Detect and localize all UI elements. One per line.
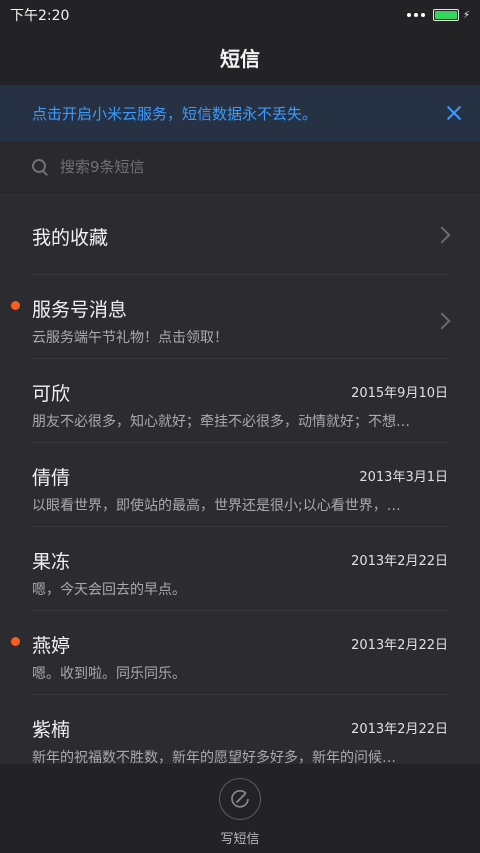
search-bar[interactable] (0, 141, 480, 193)
conversation-row[interactable]: 燕婷 2013年2月22日 嗯。收到啦。同乐同乐。 (0, 611, 480, 695)
contact-name: 可欣 (32, 383, 71, 405)
message-preview: 嗯。收到啦。同乐同乐。 (32, 666, 186, 682)
close-icon[interactable] (444, 103, 464, 123)
conversation-row[interactable]: 倩倩 2013年3月1日 以眼看世界，即使站的最高，世界还是很小;以心看世界，… (0, 443, 480, 527)
message-date: 2015年9月10日 (351, 386, 448, 401)
service-messages-item[interactable]: 服务号消息 云服务端午节礼物！点击领取！ (0, 275, 480, 359)
service-preview: 云服务端午节礼物！点击领取！ (32, 330, 228, 346)
message-date: 2013年3月1日 (359, 470, 448, 485)
contact-name: 倩倩 (32, 467, 71, 489)
bottom-bar: 写短信 (0, 764, 480, 853)
contact-name: 果冻 (32, 551, 71, 573)
service-name: 服务号消息 (32, 299, 128, 321)
signal-dots-icon (406, 13, 425, 17)
compose-label: 写短信 (220, 832, 260, 847)
compose-icon (231, 790, 249, 808)
compose-button[interactable] (219, 778, 261, 820)
conversation-row[interactable]: 果冻 2013年2月22日 嗯，今天会回去的早点。 (0, 527, 480, 611)
message-preview: 朋友不必很多，知心就好；牵挂不必很多，动情就好；不想… (32, 414, 410, 430)
search-icon (32, 158, 48, 176)
unread-dot-icon (11, 301, 20, 310)
message-date: 2013年2月22日 (351, 554, 448, 569)
conversation-row[interactable]: 可欣 2015年9月10日 朋友不必很多，知心就好；牵挂不必很多，动情就好；不想… (0, 359, 480, 443)
battery-icon (432, 9, 459, 21)
message-date: 2013年2月22日 (351, 638, 448, 653)
charging-icon: ⚡ (462, 9, 470, 21)
message-date: 2013年2月22日 (351, 722, 448, 737)
conversation-list: 我的收藏 服务号消息 云服务端午节礼物！点击领取！ 可欣 2015年9月10日 … (0, 193, 480, 779)
banner-text[interactable]: 点击开启小米云服务，短信数据永不丢失。 (32, 103, 317, 124)
page-title: 短信 (220, 47, 260, 71)
cloud-service-banner[interactable]: 点击开启小米云服务，短信数据永不丢失。 (0, 85, 480, 141)
chevron-right-icon (433, 226, 451, 244)
message-preview: 以眼看世界，即使站的最高，世界还是很小;以心看世界，… (32, 498, 401, 514)
unread-dot-icon (11, 637, 20, 646)
contact-name: 燕婷 (32, 635, 71, 657)
message-preview: 嗯，今天会回去的早点。 (32, 582, 186, 598)
status-bar: 下午2:20 ⚡ (0, 0, 480, 30)
favorites-label: 我的收藏 (32, 227, 109, 249)
search-input[interactable] (58, 156, 442, 177)
contact-name: 紫楠 (32, 719, 71, 741)
favorites-item[interactable]: 我的收藏 (0, 193, 480, 275)
title-bar: 短信 (0, 30, 480, 85)
status-time: 下午2:20 (10, 8, 70, 24)
status-icons: ⚡ (406, 9, 470, 21)
